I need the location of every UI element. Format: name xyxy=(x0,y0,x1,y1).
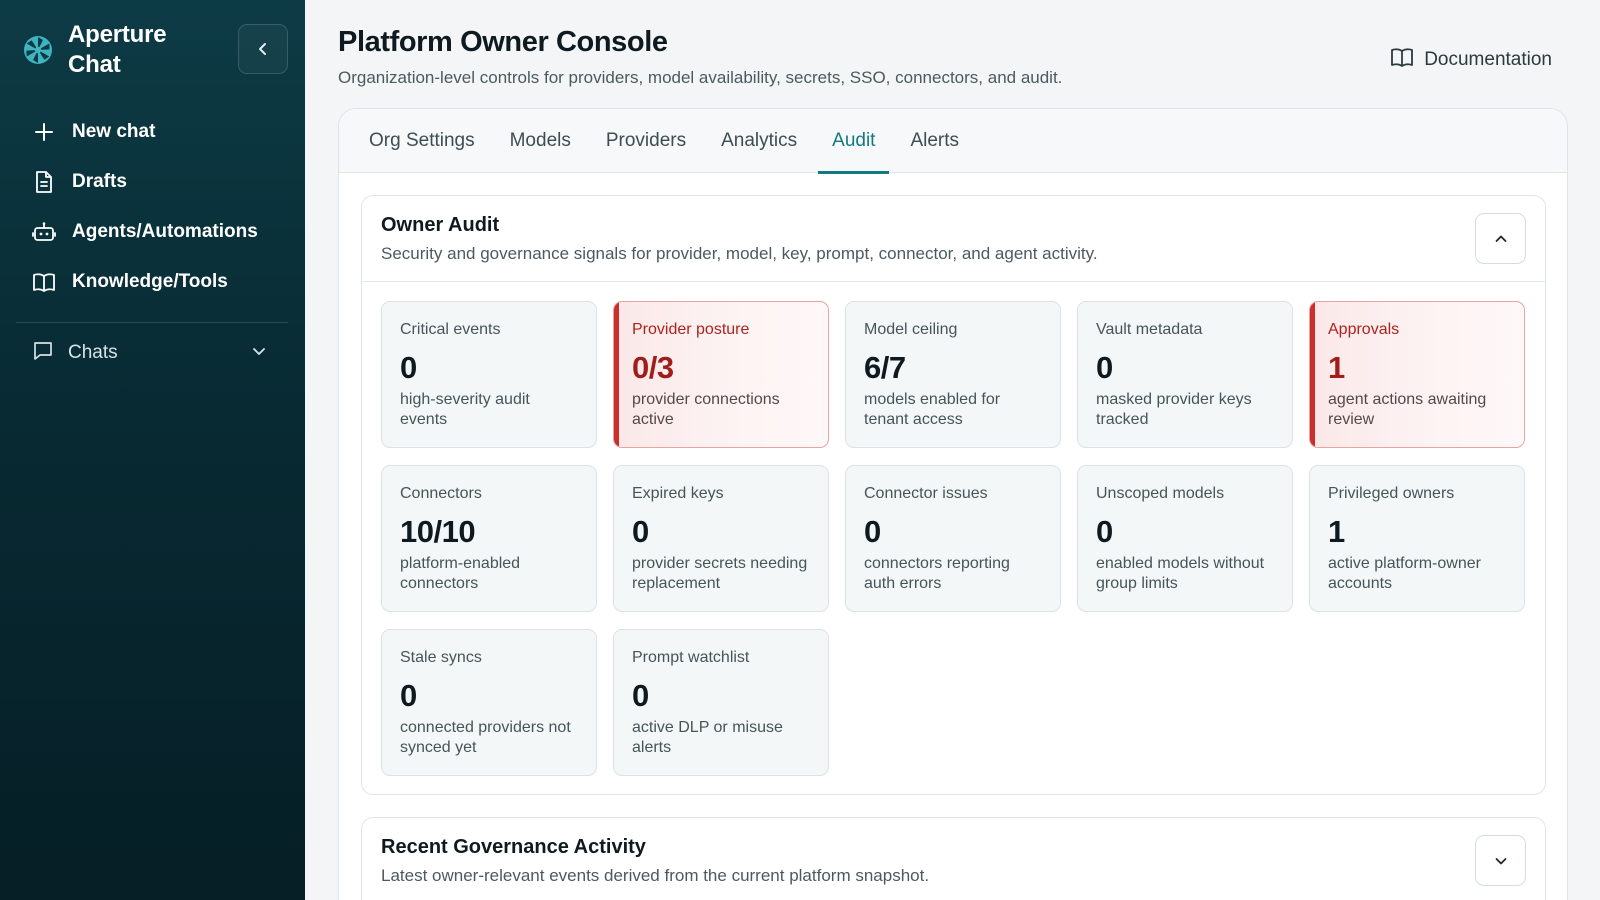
tab-alerts[interactable]: Alerts xyxy=(896,109,973,173)
sidebar-item-drafts[interactable]: Drafts xyxy=(16,157,288,207)
metric-value: 1 xyxy=(1328,514,1345,549)
brand[interactable]: Aperture Chat xyxy=(22,20,188,80)
expand-activity-button[interactable] xyxy=(1475,835,1526,886)
page-subtitle: Organization-level controls for provider… xyxy=(338,68,1063,87)
metric-card-vault-metadata: Vault metadata 0 masked provider keys tr… xyxy=(1077,301,1293,448)
chats-dropdown[interactable]: Chats xyxy=(16,328,268,378)
collapse-sidebar-button[interactable] xyxy=(238,24,288,74)
metric-value: 1 xyxy=(1328,350,1345,385)
metric-value: 0/3 xyxy=(632,350,674,385)
metric-description: models enabled for tenant access xyxy=(864,391,1001,428)
metric-value: 6/7 xyxy=(864,350,906,385)
collapse-audit-button[interactable] xyxy=(1475,213,1526,264)
metric-label: Expired keys xyxy=(632,485,724,502)
metric-value: 0 xyxy=(632,514,649,549)
tab-audit[interactable]: Audit xyxy=(818,109,890,174)
metric-label: Provider posture xyxy=(632,321,750,338)
sidebar-item-new-chat[interactable]: New chat xyxy=(16,107,288,157)
sidebar-item-label: New chat xyxy=(72,121,156,142)
metric-description: connectors reporting auth errors xyxy=(864,555,1010,592)
sidebar-item-label: Agents/Automations xyxy=(72,221,258,242)
metric-description: masked provider keys tracked xyxy=(1096,391,1252,428)
sidebar-nav: New chat Drafts Agents/Automations Knowl… xyxy=(16,107,288,307)
metric-description: provider connections active xyxy=(632,391,780,428)
chevron-down-icon xyxy=(1495,857,1506,864)
metric-value: 0 xyxy=(400,678,417,713)
metric-value: 0 xyxy=(864,514,881,549)
sidebar-item-label: Knowledge/Tools xyxy=(72,271,228,292)
metric-card-privileged-owners: Privileged owners 1 active platform-owne… xyxy=(1309,465,1525,612)
owner-audit-subtitle: Security and governance signals for prov… xyxy=(381,244,1098,263)
chats-label: Chats xyxy=(68,342,118,363)
metric-description: platform-enabled connectors xyxy=(400,555,521,592)
metric-description: provider secrets needing replacement xyxy=(632,555,808,592)
metric-label: Unscoped models xyxy=(1096,485,1225,502)
metric-card-unscoped-models: Unscoped models 0 enabled models without… xyxy=(1077,465,1293,612)
metric-label: Prompt watchlist xyxy=(632,649,750,666)
tab-providers[interactable]: Providers xyxy=(592,109,700,173)
metric-label: Connector issues xyxy=(864,485,988,502)
chevron-up-icon xyxy=(1495,235,1506,242)
tab-models[interactable]: Models xyxy=(496,109,585,173)
governance-activity-title: Recent Governance Activity xyxy=(381,836,646,858)
metric-description: active DLP or misuse alerts xyxy=(632,719,783,756)
metric-description: active platform-owner accounts xyxy=(1328,555,1481,592)
documentation-label: Documentation xyxy=(1424,48,1552,70)
metric-description: enabled models without group limits xyxy=(1096,555,1265,592)
governance-activity-subtitle: Latest owner-relevant events derived fro… xyxy=(381,866,930,885)
metric-card-model-ceiling: Model ceiling 6/7 models enabled for ten… xyxy=(845,301,1061,448)
metric-card-approvals: Approvals 1 agent actions awaiting revie… xyxy=(1309,301,1525,448)
sidebar-item-agents-automations[interactable]: Agents/Automations xyxy=(16,207,288,257)
metric-value: 0 xyxy=(1096,350,1113,385)
sidebar-item-label: Drafts xyxy=(72,171,127,192)
metric-card-critical-events: Critical events 0 high-severity audit ev… xyxy=(381,301,597,448)
governance-activity-section: Recent Governance Activity Latest owner-… xyxy=(361,817,1546,900)
metric-value: 0 xyxy=(1096,514,1113,549)
aperture-logo-icon xyxy=(24,36,52,64)
metric-card-connectors: Connectors 10/10 platform-enabled connec… xyxy=(381,465,597,612)
metric-label: Connectors xyxy=(400,485,482,502)
tab-org-settings[interactable]: Org Settings xyxy=(355,109,489,173)
document-icon xyxy=(32,170,56,194)
metric-description: agent actions awaiting review xyxy=(1328,391,1487,428)
documentation-link[interactable]: Documentation xyxy=(1390,46,1552,73)
metric-label: Approvals xyxy=(1328,321,1400,338)
sidebar-divider xyxy=(16,322,288,323)
chevron-left-icon xyxy=(259,43,266,55)
metric-card-prompt-watchlist: Prompt watchlist 0 active DLP or misuse … xyxy=(613,629,829,776)
metric-description: connected providers not synced yet xyxy=(400,719,571,756)
metric-value: 0 xyxy=(400,350,417,385)
metric-card-expired-keys: Expired keys 0 provider secrets needing … xyxy=(613,465,829,612)
page-title: Platform Owner Console xyxy=(338,26,668,58)
metric-label: Model ceiling xyxy=(864,321,958,338)
book-icon xyxy=(1390,46,1414,73)
owner-audit-header: Owner Audit Security and governance sign… xyxy=(362,196,1545,282)
metric-value: 0 xyxy=(632,678,649,713)
plus-icon xyxy=(32,120,56,144)
audit-metrics-grid: Critical events 0 high-severity audit ev… xyxy=(381,301,1526,776)
owner-audit-title: Owner Audit xyxy=(381,214,500,236)
owner-audit-section: Owner Audit Security and governance sign… xyxy=(361,195,1546,795)
robot-icon xyxy=(32,220,56,244)
tab-analytics[interactable]: Analytics xyxy=(707,109,811,173)
governance-activity-header: Recent Governance Activity Latest owner-… xyxy=(362,818,1545,900)
metric-value: 10/10 xyxy=(400,514,476,549)
metric-label: Critical events xyxy=(400,321,501,338)
metric-description: high-severity audit events xyxy=(400,391,530,428)
metric-label: Stale syncs xyxy=(400,649,482,666)
metric-card-stale-syncs: Stale syncs 0 connected providers not sy… xyxy=(381,629,597,776)
metric-card-provider-posture: Provider posture 0/3 provider connection… xyxy=(613,301,829,448)
sidebar-item-knowledge-tools[interactable]: Knowledge/Tools xyxy=(16,257,288,307)
chevron-down-icon xyxy=(250,342,268,365)
metric-card-connector-issues: Connector issues 0 connectors reporting … xyxy=(845,465,1061,612)
chat-bubble-icon xyxy=(32,340,54,367)
tab-bar: Org Settings Models Providers Analytics … xyxy=(339,109,1567,174)
console-panel: Org Settings Models Providers Analytics … xyxy=(338,108,1568,900)
sidebar: Aperture Chat New chat Drafts Agents/Aut… xyxy=(0,0,305,900)
metric-label: Privileged owners xyxy=(1328,485,1455,502)
book-icon xyxy=(32,270,56,294)
brand-name: Aperture Chat xyxy=(68,21,167,78)
metric-label: Vault metadata xyxy=(1096,321,1203,338)
